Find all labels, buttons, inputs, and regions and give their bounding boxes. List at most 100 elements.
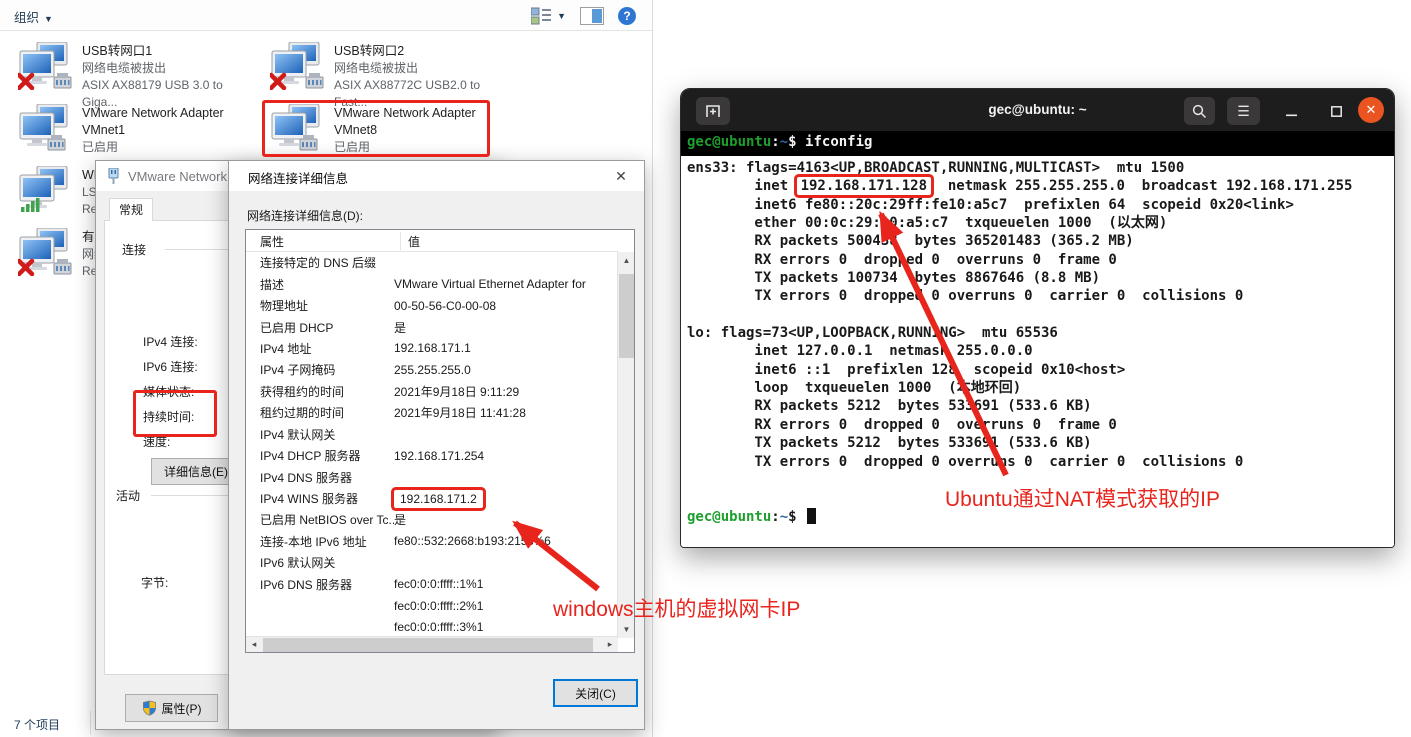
screen: 组织▼ ▼ ? USB转网口1 网络电缆被 (0, 0, 1411, 737)
maximize-button[interactable] (1321, 97, 1351, 125)
ipv4-connect-label: IPv4 连接: (143, 333, 198, 350)
close-icon: ✕ (1366, 102, 1377, 117)
listview-header[interactable]: 属性 值 (246, 230, 618, 252)
terminal-output-line: RX packets 5212 bytes 533691 (533.6 KB) (687, 397, 1394, 415)
terminal-output-line (687, 306, 1394, 324)
details-table-row[interactable]: IPv4 WINS 服务器192.168.171.2 (246, 488, 618, 509)
terminal-output-line: inet 192.168.171.128 netmask 255.255.255… (687, 177, 1394, 195)
details-table-row[interactable]: IPv6 默认网关 (246, 552, 618, 573)
details-dialog-titlebar[interactable]: 网络连接详细信息 ✕ (229, 161, 644, 191)
terminal-output-line: lo: flags=73<UP,LOOPBACK,RUNNING> mtu 65… (687, 324, 1394, 342)
prompt-user: gec@ubuntu (687, 134, 771, 150)
organize-label: 组织 (14, 11, 39, 25)
details-row-value: 192.168.171.1 (394, 341, 471, 355)
uac-shield-icon (142, 700, 157, 716)
adapter-item-usb1[interactable]: USB转网口1 网络电缆被拔出 ASIX AX88179 USB 3.0 to … (18, 42, 258, 111)
horizontal-scroll-thumb[interactable] (263, 638, 593, 652)
details-table-row[interactable]: 连接特定的 DNS 后缀 (246, 252, 618, 273)
details-row-value: VMware Virtual Ethernet Adapter for (394, 277, 586, 291)
details-table-row[interactable]: 租约过期的时间2021年9月18日 11:41:28 (246, 402, 618, 423)
adapter-name: USB转网口2 (334, 43, 510, 60)
details-table-row[interactable]: IPv6 DNS 服务器fec0:0:0:ffff::1%1 (246, 574, 618, 595)
details-table-row[interactable]: IPv4 DHCP 服务器192.168.171.254 (246, 445, 618, 466)
details-table-row[interactable]: 已启用 NetBIOS over Tc...是 (246, 509, 618, 530)
annotation-ubuntu-ip: Ubuntu通过NAT模式获取的IP (945, 483, 1220, 513)
adapter-item-vmnet8[interactable]: VMware Network Adapter VMnet8 已启用 (270, 104, 500, 156)
details-table-row[interactable]: 连接-本地 IPv6 地址fe80::532:2668:b193:215c%6 (246, 531, 618, 552)
duration-label: 持续时间: (143, 408, 194, 425)
network-adapter-disconnected-icon (18, 42, 74, 90)
media-state-label: 媒体状态: (143, 383, 194, 400)
terminal-command-line: gec@ubuntu:~$ ifconfig (681, 131, 1394, 156)
adapter-item-usb2[interactable]: USB转网口2 网络电缆被拔出 ASIX AX88772C USB2.0 to … (270, 42, 510, 111)
close-icon[interactable]: ✕ (608, 164, 634, 188)
details-row-property: IPv4 子网掩码 (246, 361, 394, 378)
preview-pane-icon[interactable] (580, 7, 604, 25)
terminal-output-line: TX errors 0 dropped 0 overruns 0 carrier… (687, 453, 1394, 471)
prompt-dollar: $ (788, 509, 805, 525)
details-instruction-label: 网络连接详细信息(D): (247, 207, 363, 224)
column-header-property[interactable]: 属性 (260, 233, 284, 250)
terminal-output-line: RX errors 0 dropped 0 overruns 0 frame 0 (687, 251, 1394, 269)
terminal-titlebar[interactable]: gec@ubuntu: ~ ☰ ✕ (681, 89, 1394, 131)
details-row-value: 00-50-56-C0-00-08 (394, 299, 496, 313)
prompt-user: gec@ubuntu (687, 509, 771, 525)
column-header-value[interactable]: 值 (408, 233, 420, 250)
adapter-name: VMware Network Adapter VMnet8 (334, 105, 500, 139)
details-row-property: 已启用 NetBIOS over Tc... (246, 511, 394, 528)
explorer-toolbar: 组织▼ ▼ ? (0, 0, 652, 31)
scroll-up-icon[interactable]: ▲ (618, 252, 635, 269)
close-button[interactable]: 关闭(C) (553, 679, 638, 707)
details-row-value: 2021年9月18日 11:41:28 (394, 404, 526, 421)
organize-menu-button[interactable]: 组织▼ (14, 7, 53, 26)
scroll-left-icon[interactable]: ◂ (246, 637, 262, 653)
details-row-property: 已启用 DHCP (246, 319, 394, 336)
typed-command: ifconfig (805, 134, 872, 150)
items-count: 7 个项目 (14, 716, 60, 733)
terminal-output-line: loop txqueuelen 1000 (本地环回) (687, 379, 1394, 397)
menu-button[interactable]: ☰ (1227, 97, 1260, 125)
connection-group-label: 连接 (119, 241, 149, 258)
terminal-output-line: TX packets 100734 bytes 8867646 (8.8 MB) (687, 269, 1394, 287)
scroll-down-icon[interactable]: ▼ (618, 621, 635, 638)
vertical-scroll-thumb[interactable] (619, 274, 634, 358)
details-table-row[interactable]: IPv4 DNS 服务器 (246, 466, 618, 487)
terminal-output-line: inet6 ::1 prefixlen 128 scopeid 0x10<hos… (687, 361, 1394, 379)
terminal-output-line: RX errors 0 dropped 0 overruns 0 frame 0 (687, 416, 1394, 434)
adapter-name: VMware Network Adapter VMnet1 (82, 105, 248, 139)
minimize-button[interactable] (1276, 97, 1306, 125)
change-view-icon[interactable] (531, 7, 551, 25)
details-table-row[interactable]: 物理地址00-50-56-C0-00-08 (246, 295, 618, 316)
details-table-row[interactable]: IPv4 子网掩码255.255.255.0 (246, 359, 618, 380)
details-table-row[interactable]: IPv4 默认网关 (246, 424, 618, 445)
help-icon[interactable]: ? (618, 7, 636, 25)
details-row-property: 连接-本地 IPv6 地址 (246, 533, 394, 550)
status-bar-divider (90, 711, 91, 735)
details-row-property: 租约过期的时间 (246, 404, 394, 421)
new-tab-button[interactable] (696, 97, 730, 125)
highlighted-inet-ip: 192.168.171.128 (797, 177, 931, 195)
adapter-name: USB转网口1 (82, 43, 258, 60)
details-row-value: 是 (394, 511, 406, 528)
adapter-item-vmnet1[interactable]: VMware Network Adapter VMnet1 已启用 (18, 104, 248, 156)
details-table-row[interactable]: 已启用 DHCP是 (246, 316, 618, 337)
details-table-row[interactable]: IPv4 地址192.168.171.1 (246, 338, 618, 359)
close-window-button[interactable]: ✕ (1358, 97, 1384, 123)
details-row-property: IPv4 DHCP 服务器 (246, 447, 394, 464)
horizontal-scrollbar[interactable]: ◂ ▸ (246, 636, 618, 652)
scroll-right-icon[interactable]: ▸ (602, 637, 618, 653)
details-row-value: fe80::532:2668:b193:215c%6 (394, 534, 551, 548)
details-row-property: IPv4 默认网关 (246, 426, 394, 443)
search-button[interactable] (1184, 97, 1215, 125)
details-row-value: 2021年9月18日 9:11:29 (394, 383, 519, 400)
speed-label: 速度: (143, 433, 170, 450)
details-row-value: 255.255.255.0 (394, 363, 471, 377)
details-table-row[interactable]: 获得租约的时间2021年9月18日 9:11:29 (246, 381, 618, 402)
details-table-row[interactable]: 描述VMware Virtual Ethernet Adapter for (246, 273, 618, 294)
vertical-scrollbar[interactable]: ▲ ▼ (617, 252, 634, 638)
tab-general[interactable]: 常规 (109, 198, 153, 221)
properties-button[interactable]: 属性(P) (125, 694, 218, 722)
activity-group-label: 活动 (113, 487, 143, 504)
column-divider[interactable] (400, 232, 401, 250)
view-dropdown-caret-icon[interactable]: ▼ (557, 11, 566, 21)
